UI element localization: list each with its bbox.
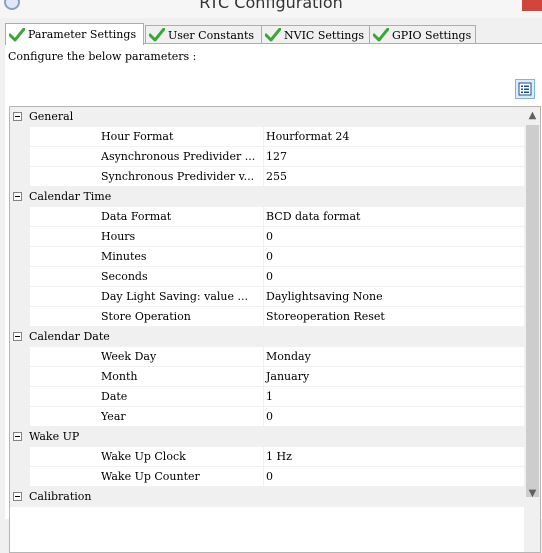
category-calendar-date[interactable]: Calendar Date xyxy=(10,327,524,347)
param-row-month[interactable]: Month January xyxy=(10,367,524,387)
param-row-seconds[interactable]: Seconds 0 xyxy=(10,267,524,287)
param-name: Minutes xyxy=(101,250,147,263)
param-value[interactable]: 0 xyxy=(266,250,273,263)
category-label: Calendar Date xyxy=(29,330,110,343)
title-bar: RTC Configuration xyxy=(0,0,542,18)
category-label: General xyxy=(29,110,74,123)
param-value[interactable]: 0 xyxy=(266,410,273,423)
category-label: Calendar Time xyxy=(29,190,112,203)
green-check-icon xyxy=(373,28,389,42)
category-calibration[interactable]: Calibration xyxy=(10,487,524,507)
param-row-minutes[interactable]: Minutes 0 xyxy=(10,247,524,267)
param-value[interactable]: 1 xyxy=(266,390,273,403)
green-check-icon xyxy=(265,28,281,42)
param-value[interactable]: 255 xyxy=(266,170,287,183)
collapse-icon[interactable] xyxy=(13,492,22,501)
param-name: Seconds xyxy=(101,270,148,283)
param-value[interactable]: Storeoperation Reset xyxy=(266,310,385,323)
param-row-year[interactable]: Year 0 xyxy=(10,407,524,427)
category-label: Wake UP xyxy=(29,430,80,443)
param-name: Data Format xyxy=(101,210,172,223)
param-row-sync-predivider[interactable]: Synchronous Predivider v... 255 xyxy=(10,167,524,187)
param-name: Week Day xyxy=(101,350,157,363)
param-value[interactable]: 127 xyxy=(266,150,287,163)
property-grid: General Hour Format Hourformat 24 Asynch… xyxy=(9,106,541,553)
param-name: Month xyxy=(101,370,138,383)
collapse-icon[interactable] xyxy=(13,332,22,341)
param-name: Wake Up Counter xyxy=(101,470,200,483)
parameter-settings-panel: Configure the below parameters : General… xyxy=(5,44,542,553)
param-value[interactable]: Daylightsaving None xyxy=(266,290,383,303)
param-value[interactable]: 0 xyxy=(266,470,273,483)
param-row-store-operation[interactable]: Store Operation Storeoperation Reset xyxy=(10,307,524,327)
category-label: Calibration xyxy=(29,490,92,503)
param-row-hours[interactable]: Hours 0 xyxy=(10,227,524,247)
param-name: Date xyxy=(101,390,128,403)
collapse-icon[interactable] xyxy=(13,192,22,201)
param-name: Store Operation xyxy=(101,310,191,323)
category-general[interactable]: General xyxy=(10,107,524,127)
scroll-down-icon[interactable]: ▼ xyxy=(524,485,540,502)
tab-label: Parameter Settings xyxy=(28,28,137,41)
tab-label: NVIC Settings xyxy=(284,28,365,42)
param-value[interactable]: January xyxy=(266,370,309,383)
param-value[interactable]: 1 Hz xyxy=(266,450,292,463)
param-name: Synchronous Predivider v... xyxy=(101,170,255,183)
tab-gpio-settings[interactable]: GPIO Settings xyxy=(369,25,476,44)
param-row-date[interactable]: Date 1 xyxy=(10,387,524,407)
tab-user-constants[interactable]: User Constants xyxy=(145,25,262,44)
param-row-hour-format[interactable]: Hour Format Hourformat 24 xyxy=(10,127,524,147)
scroll-thumb[interactable] xyxy=(526,125,539,497)
param-value[interactable]: 0 xyxy=(266,270,273,283)
category-wake-up[interactable]: Wake UP xyxy=(10,427,524,447)
param-row-wake-up-clock[interactable]: Wake Up Clock 1 Hz xyxy=(10,447,524,467)
param-name: Hours xyxy=(101,230,136,243)
param-row-async-predivider[interactable]: Asynchronous Predivider ... 127 xyxy=(10,147,524,167)
param-name: Asynchronous Predivider ... xyxy=(101,150,256,163)
tab-parameter-settings[interactable]: Parameter Settings xyxy=(5,23,144,45)
param-name: Hour Format xyxy=(101,130,174,143)
vertical-scrollbar[interactable]: ▲ ▼ xyxy=(524,107,540,552)
param-name: Year xyxy=(101,410,126,423)
param-name: Wake Up Clock xyxy=(101,450,186,463)
tab-nvic-settings[interactable]: NVIC Settings xyxy=(261,25,370,44)
param-value[interactable]: Hourformat 24 xyxy=(266,130,349,143)
param-value[interactable]: Monday xyxy=(266,350,311,363)
tab-label: User Constants xyxy=(168,28,255,42)
param-row-wake-up-counter[interactable]: Wake Up Counter 0 xyxy=(10,467,524,487)
tab-label: GPIO Settings xyxy=(392,28,472,42)
green-check-icon xyxy=(149,28,165,42)
param-row-daylight-saving[interactable]: Day Light Saving: value ... Daylightsavi… xyxy=(10,287,524,307)
category-calendar-time[interactable]: Calendar Time xyxy=(10,187,524,207)
window-title: RTC Configuration xyxy=(199,0,343,12)
categorized-view-button[interactable] xyxy=(515,79,535,99)
scroll-up-icon[interactable]: ▲ xyxy=(524,107,540,124)
param-value[interactable]: 0 xyxy=(266,230,273,243)
categorized-view-icon xyxy=(518,82,532,96)
param-value[interactable]: BCD data format xyxy=(266,210,360,223)
param-name: Day Light Saving: value ... xyxy=(101,290,248,303)
close-button[interactable] xyxy=(522,0,542,11)
green-check-icon xyxy=(9,27,25,41)
collapse-icon[interactable] xyxy=(13,432,22,441)
param-row-data-format[interactable]: Data Format BCD data format xyxy=(10,207,524,227)
collapse-icon[interactable] xyxy=(13,112,22,121)
instruction-text: Configure the below parameters : xyxy=(8,50,197,63)
tab-bar: Parameter Settings User Constants NVIC S… xyxy=(5,23,540,45)
param-row-week-day[interactable]: Week Day Monday xyxy=(10,347,524,367)
